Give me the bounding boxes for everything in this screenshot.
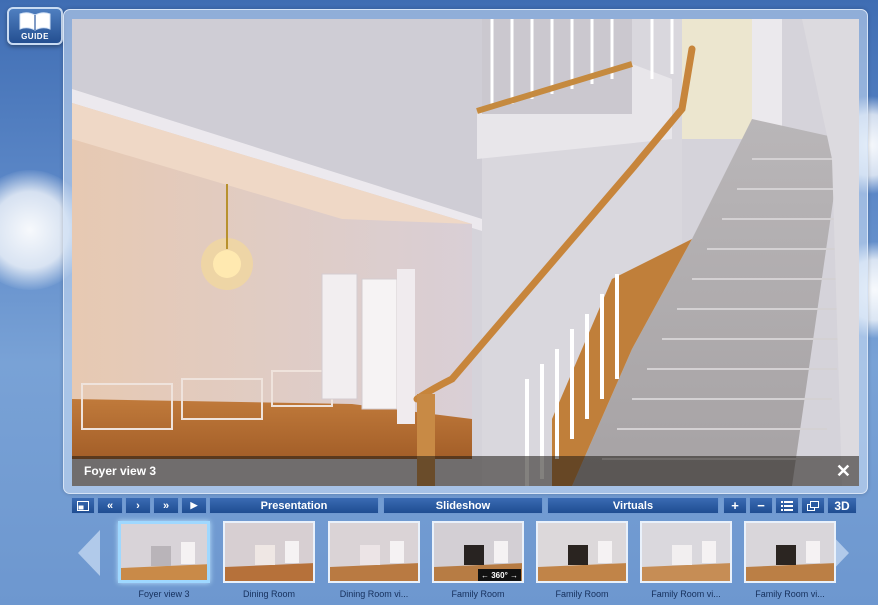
list-view-button[interactable]	[775, 497, 799, 514]
thumbnail[interactable]	[536, 521, 628, 583]
presentation-button[interactable]: Presentation	[209, 497, 379, 514]
popout-button[interactable]	[801, 497, 825, 514]
window-icon	[77, 500, 89, 511]
guide-label: GUIDE	[21, 32, 49, 41]
thumbnail-label: Family Room vi...	[651, 589, 721, 599]
first-photo-button[interactable]: «	[97, 497, 123, 514]
three-d-button[interactable]: 3D	[827, 497, 857, 514]
last-photo-button[interactable]: »	[153, 497, 179, 514]
thumbnail[interactable]	[640, 521, 732, 583]
thumbnail-image	[642, 523, 730, 581]
thumbnail[interactable]	[744, 521, 836, 583]
thumbnail[interactable]	[328, 521, 420, 583]
fullscreen-button[interactable]	[71, 497, 95, 514]
thumbnail-label: Dining Room vi...	[339, 589, 409, 599]
thumbnail-image	[121, 524, 207, 580]
thumbnail-label: Family Room	[451, 589, 505, 599]
thumbnail-label: Dining Room	[242, 589, 296, 599]
panorama-360-badge: ← 360° →	[478, 569, 521, 581]
popout-icon	[807, 500, 819, 511]
zoom-out-button[interactable]: −	[749, 497, 773, 514]
previous-photo-button[interactable]: ›	[125, 497, 151, 514]
photo-viewer: Foyer view 3 ✕	[63, 9, 868, 494]
slideshow-button[interactable]: Slideshow	[383, 497, 543, 514]
book-icon	[19, 12, 51, 31]
caption-bar: Foyer view 3 ✕	[72, 456, 859, 486]
main-photo[interactable]: Foyer view 3 ✕	[72, 19, 859, 486]
thumbnail-image	[330, 523, 418, 581]
thumbnail-image	[538, 523, 626, 581]
zoom-in-button[interactable]: +	[723, 497, 747, 514]
thumbnail-label: Family Room vi...	[755, 589, 825, 599]
thumbnail[interactable]: ← 360° →	[432, 521, 524, 583]
thumbnail-label: Family Room	[555, 589, 609, 599]
list-icon	[781, 500, 793, 511]
viewer-toolbar: « › » ▶ Presentation Slideshow Virtuals …	[71, 497, 859, 514]
play-button[interactable]: ▶	[181, 497, 207, 514]
close-icon[interactable]: ✕	[836, 462, 851, 480]
virtuals-button[interactable]: Virtuals	[547, 497, 719, 514]
thumbnails-prev-arrow[interactable]	[76, 528, 104, 578]
guide-button[interactable]: GUIDE	[7, 7, 63, 45]
thumbnail-label: Foyer view 3	[138, 589, 190, 599]
thumbnail-image	[225, 523, 313, 581]
thumbnail[interactable]	[118, 521, 210, 583]
thumbnail[interactable]	[223, 521, 315, 583]
thumbnail-image	[746, 523, 834, 581]
photo-caption: Foyer view 3	[84, 464, 157, 478]
